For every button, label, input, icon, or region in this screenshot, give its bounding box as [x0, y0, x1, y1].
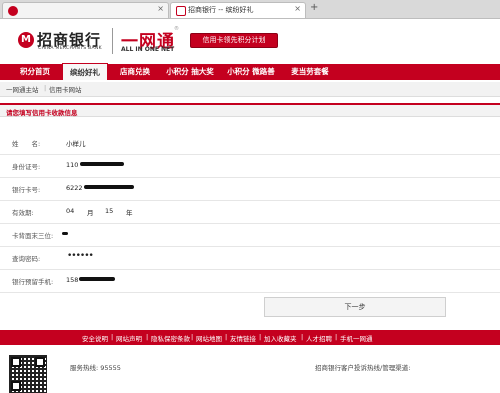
qr-finder: [11, 381, 21, 391]
browser-tab-2[interactable]: 招商银行 -- 缤纷好礼 ×: [170, 2, 306, 18]
phone-label: 银行预留手机:: [12, 278, 54, 286]
browser-tab-title: 招商银行 -- 缤纷好礼: [188, 6, 254, 14]
header-divider: [112, 28, 113, 54]
breadcrumb: 一网通主站 | 信用卡网站: [0, 82, 500, 97]
name-field[interactable]: 小样儿: [66, 138, 86, 148]
form-row-phone: 银行预留手机: 158: [0, 269, 500, 293]
cvv-field[interactable]: [62, 232, 68, 235]
brand-logo-en: ALL IN ONE NET: [121, 46, 175, 53]
nav-item-gifts[interactable]: 缤纷好礼: [62, 63, 108, 80]
expiry-year-unit: 年: [126, 209, 133, 217]
password-label: 查询密码:: [12, 255, 41, 263]
footer-link-statement[interactable]: 网站声明: [116, 333, 142, 343]
qr-code: [9, 355, 47, 393]
browser-tab-bar: × 招商银行 -- 缤纷好礼 × +: [0, 0, 500, 19]
footer-link-privacy[interactable]: 隐私保密条款: [151, 333, 190, 343]
form-row-password: 查询密码: ••••••: [0, 246, 500, 270]
registered-mark: ®: [174, 26, 179, 32]
nav-item-store-exchange[interactable]: 店商兑换: [112, 64, 158, 80]
footer-separator: |: [225, 333, 228, 341]
footer-link-mobile[interactable]: 手机一网通: [340, 333, 373, 343]
footer-separator: |: [191, 333, 194, 341]
nav-item-charity[interactable]: 小积分 微路善: [222, 64, 280, 80]
footer-link-security[interactable]: 安全说明: [82, 333, 108, 343]
name-label: 姓 名:: [12, 140, 41, 148]
close-tab-icon[interactable]: ×: [294, 4, 301, 13]
qr-finder: [11, 357, 21, 367]
footer-link-sitemap[interactable]: 网站地图: [196, 333, 222, 343]
nav-item-lottery[interactable]: 小积分 抽大奖: [161, 64, 219, 80]
form-row-id: 身份证号: 110: [0, 154, 500, 178]
breadcrumb-separator: |: [44, 84, 47, 92]
password-field[interactable]: ••••••: [67, 251, 94, 261]
nav-item-home[interactable]: 积分首页: [12, 64, 58, 80]
form-row-expiry: 有效期: 04 月 15 年: [0, 200, 500, 224]
card-label: 银行卡号:: [12, 186, 41, 194]
footer-separator: |: [335, 333, 338, 341]
phone-field[interactable]: 158: [66, 276, 78, 284]
redacted-scribble: [79, 277, 115, 281]
footer-separator: |: [111, 333, 114, 341]
card-number-field[interactable]: 6222: [66, 184, 83, 192]
expiry-label: 有效期:: [12, 209, 34, 217]
page-icon: [176, 6, 186, 16]
bank-logo-icon: [8, 6, 18, 16]
qr-finder: [35, 357, 45, 367]
browser-tab-1[interactable]: ×: [2, 2, 169, 18]
footer-separator: |: [301, 333, 304, 341]
form-section-title: 请您填写信用卡收款信息: [0, 103, 500, 117]
expiry-year-select[interactable]: 15: [105, 207, 113, 215]
footer-link-favorites[interactable]: 加入收藏夹: [264, 333, 297, 343]
redacted-scribble: [84, 185, 134, 189]
expiry-month-select[interactable]: 04: [66, 207, 74, 215]
nav-item-mcdonalds[interactable]: 麦当劳套餐: [284, 64, 336, 80]
close-tab-icon[interactable]: ×: [157, 4, 164, 13]
main-nav: 积分首页 缤纷好礼 店商兑换 小积分 抽大奖 小积分 微路善 麦当劳套餐: [0, 63, 500, 80]
bank-logo-icon[interactable]: M: [18, 32, 34, 48]
footer-link-friends[interactable]: 友情链接: [230, 333, 256, 343]
breadcrumb-link-main[interactable]: 一网通主站: [6, 84, 39, 94]
footer-separator: |: [259, 333, 262, 341]
expiry-month-unit: 月: [87, 209, 94, 217]
breadcrumb-link-credit-card[interactable]: 信用卡网站: [49, 84, 82, 94]
id-number-field[interactable]: 110: [66, 161, 78, 169]
service-hotline: 服务热线: 95555: [70, 364, 121, 372]
redacted-scribble: [80, 162, 124, 166]
bank-name-en: CHINA MERCHANTS BANK: [38, 46, 102, 51]
promo-button[interactable]: 信用卡领先积分计划: [190, 33, 278, 48]
footer-links: 安全说明 | 网站声明 | 隐私保密条款 | 网站地图 | 友情链接 | 加入收…: [0, 330, 500, 345]
footer-separator: |: [146, 333, 149, 341]
form-row-cvv: 卡背面末三位:: [0, 223, 500, 247]
new-tab-button[interactable]: +: [310, 2, 318, 13]
form-row-name: 姓 名: 小样儿: [0, 131, 500, 155]
complaint-hotline: 招商银行客户投诉热线/管理渠道:: [315, 364, 411, 372]
footer-link-careers[interactable]: 人才招聘: [306, 333, 332, 343]
id-label: 身份证号:: [12, 163, 41, 171]
form-row-card: 银行卡号: 6222: [0, 177, 500, 201]
cvv-label: 卡背面末三位:: [12, 232, 54, 240]
next-step-button[interactable]: 下一步: [264, 297, 446, 317]
form-title: 请您填写信用卡收款信息: [6, 109, 78, 117]
